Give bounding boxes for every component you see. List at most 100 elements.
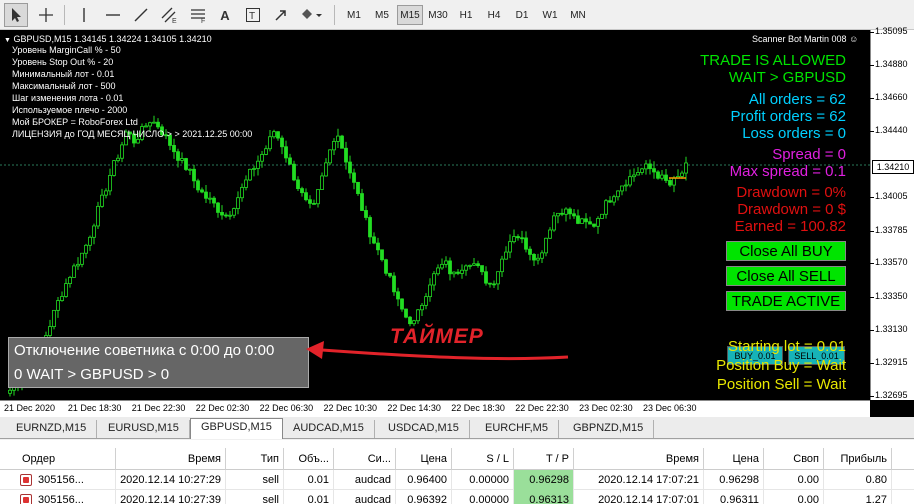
- candle-body: [84, 244, 88, 254]
- tab-eurnzd[interactable]: EURNZD,M15: [6, 420, 98, 438]
- candle-body: [364, 210, 368, 218]
- text-label-icon: T: [246, 8, 260, 22]
- tf-w1-button[interactable]: W1: [538, 5, 562, 25]
- header-profit[interactable]: Прибыль: [824, 448, 892, 470]
- candle-body: [680, 172, 684, 177]
- candle-body: [304, 192, 308, 201]
- candle-body: [392, 275, 396, 293]
- candle-body: [208, 197, 212, 200]
- header-time[interactable]: Время: [116, 448, 226, 470]
- candle-body: [144, 125, 148, 128]
- time-tick-label: 23 Dec 06:30: [643, 403, 697, 413]
- channel-button[interactable]: E: [157, 3, 181, 27]
- time-tick-label: 22 Dec 14:30: [387, 403, 441, 413]
- tab-gbpnzd[interactable]: GBPNZD,M15: [563, 420, 655, 438]
- info-margincall: Уровень MarginCall % - 50: [12, 45, 121, 55]
- close-all-sell-button[interactable]: Close All SELL: [726, 266, 846, 286]
- tf-h4-button[interactable]: H4: [482, 5, 506, 25]
- tab-gbpusd[interactable]: GBPUSD,M15: [190, 418, 283, 439]
- header-type[interactable]: Тип: [226, 448, 284, 470]
- candle-body: [424, 296, 428, 306]
- tab-eurchf[interactable]: EURCHF,M5: [475, 420, 559, 438]
- loss-orders-status: Loss orders = 0: [742, 125, 846, 142]
- candle-body: [632, 174, 636, 178]
- crosshair-tool-button[interactable]: [34, 3, 58, 27]
- price-tick-label: 1.32915: [870, 356, 908, 367]
- candle-body: [616, 190, 620, 198]
- table-row[interactable]: 305156... 2020.12.14 10:27:39 sell 0.01 …: [0, 490, 914, 504]
- channel-icon: E: [161, 7, 177, 24]
- header-tp[interactable]: T / P: [514, 448, 574, 470]
- price-tick-label: 1.32695: [870, 390, 908, 400]
- header-close-price[interactable]: Цена: [704, 448, 764, 470]
- header-symbol[interactable]: Си...: [334, 448, 396, 470]
- shapes-dropdown-button[interactable]: [298, 3, 328, 27]
- cell-sl: 0.00000: [452, 470, 514, 490]
- candle-body: [340, 135, 344, 149]
- time-tick-label: 22 Dec 02:30: [195, 403, 250, 413]
- fibonacci-button[interactable]: F: [186, 3, 210, 27]
- tab-audcad[interactable]: AUDCAD,M15: [283, 420, 375, 438]
- header-close-time[interactable]: Время: [574, 448, 704, 470]
- candle-body: [184, 158, 188, 170]
- candle-body: [224, 214, 228, 217]
- header-price[interactable]: Цена: [396, 448, 452, 470]
- vertical-line-button[interactable]: [74, 3, 94, 27]
- candle-body: [372, 236, 376, 244]
- trendline-button[interactable]: [130, 3, 152, 27]
- tf-m15-button[interactable]: M15: [397, 5, 423, 25]
- tf-m5-button[interactable]: M5: [370, 5, 394, 25]
- time-axis[interactable]: 21 Dec 2020 21 Dec 18:30 21 Dec 22:30 22 De…: [0, 400, 870, 417]
- candle-body: [236, 197, 240, 209]
- candle-body: [628, 176, 632, 186]
- text-tool-button[interactable]: A: [216, 3, 234, 27]
- header-volume[interactable]: Объ...: [284, 448, 334, 470]
- candle-body: [520, 237, 524, 240]
- candle-body: [352, 172, 356, 183]
- earned-status: Earned = 100.82: [734, 218, 846, 235]
- candle-body: [80, 252, 84, 265]
- candle-body: [112, 160, 116, 176]
- cell-symbol: audcad: [334, 470, 396, 490]
- candle-body: [148, 122, 152, 127]
- header-swap[interactable]: Своп: [764, 448, 824, 470]
- cell-time: 2020.12.14 10:27:39: [116, 490, 226, 504]
- cell-close-price: 0.96311: [704, 490, 764, 504]
- tf-m1-button[interactable]: M1: [342, 5, 366, 25]
- cursor-tool-button[interactable]: [4, 3, 28, 27]
- arrow-tool-button[interactable]: [270, 3, 292, 27]
- timer-panel: Отключение советника с 0:00 до 0:00 0 WA…: [8, 337, 309, 388]
- header-sl[interactable]: S / L: [452, 448, 514, 470]
- price-axis[interactable]: 1.35095 1.34880 1.34660 1.34440 1.34005 1.337…: [870, 26, 914, 400]
- table-row[interactable]: 305156... 2020.12.14 10:27:29 sell 0.01 …: [0, 470, 914, 490]
- candle-body: [192, 168, 196, 182]
- candle-body: [276, 131, 280, 139]
- price-tick-label: 1.34880: [870, 58, 908, 69]
- scanner-title: Scanner Bot Martin 008 ☺: [752, 34, 859, 44]
- tf-mn-button[interactable]: MN: [565, 5, 591, 25]
- svg-text:E: E: [172, 18, 177, 24]
- candle-body: [64, 283, 68, 297]
- tab-eurusd[interactable]: EURUSD,M15: [98, 420, 190, 438]
- close-all-buy-button[interactable]: Close All BUY: [726, 241, 846, 261]
- price-tick-label: 1.33785: [870, 224, 908, 235]
- trade-active-button[interactable]: TRADE ACTIVE: [726, 291, 846, 311]
- candle-body: [672, 177, 676, 186]
- cell-time: 2020.12.14 10:27:29: [116, 470, 226, 490]
- tab-usdcad[interactable]: USDCAD,M15: [378, 420, 470, 438]
- smiley-icon: ☺: [849, 34, 859, 44]
- shapes-dropdown-icon: [302, 9, 322, 19]
- horizontal-line-button[interactable]: [102, 3, 124, 27]
- candle-body: [256, 160, 260, 169]
- price-tick-label: 1.34660: [870, 91, 908, 102]
- label-tool-button[interactable]: T: [242, 3, 264, 27]
- tf-h1-button[interactable]: H1: [454, 5, 478, 25]
- candle-body: [360, 193, 364, 211]
- candle-body: [308, 199, 312, 204]
- chart-window[interactable]: 1.35095 1.34880 1.34660 1.34440 1.34005 1.337…: [0, 26, 914, 417]
- tf-m30-button[interactable]: M30: [426, 5, 450, 25]
- candle-body: [332, 141, 336, 151]
- tf-d1-button[interactable]: D1: [510, 5, 534, 25]
- candle-body: [400, 298, 404, 310]
- header-order[interactable]: Ордер: [18, 448, 116, 470]
